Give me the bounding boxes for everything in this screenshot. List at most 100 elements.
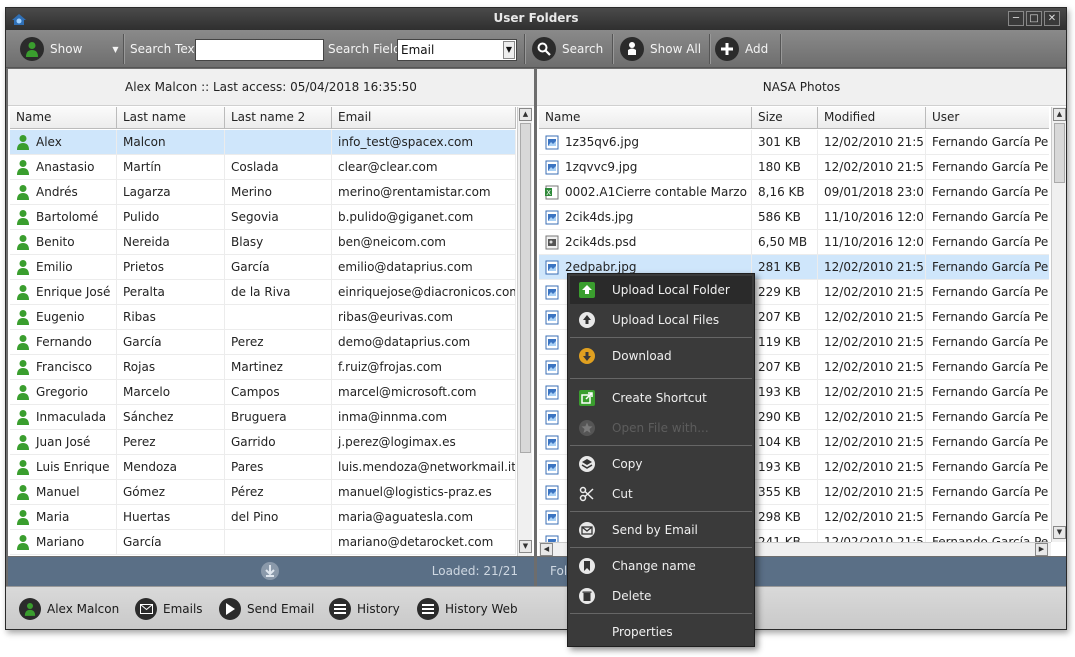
users-vertical-scrollbar[interactable]: ▲ ▼ [517, 107, 532, 556]
cell-email: demo@dataprius.com [332, 330, 516, 354]
menu-item-create-shortcut[interactable]: Create Shortcut [570, 384, 752, 412]
scroll-down-icon[interactable]: ▼ [1053, 526, 1066, 539]
close-button[interactable]: ✕ [1044, 11, 1060, 26]
user-icon [17, 210, 29, 225]
file-row[interactable]: 2cik4ds.jpg 586 KB 11/10/2016 12:0... Ferna… [539, 205, 1049, 230]
table-row[interactable]: Mariano García mariano@detarocket.com [10, 530, 516, 555]
column-header-size[interactable]: Size [752, 107, 818, 128]
cell-size: 241 KB [752, 530, 818, 542]
cell-email: ribas@eurivas.com [332, 305, 516, 329]
cell-size: 229 KB [752, 280, 818, 304]
user-icon [17, 310, 29, 325]
menu-item-cut[interactable]: Cut [570, 480, 752, 508]
files-pane-header: NASA Photos [537, 69, 1066, 106]
table-row[interactable]: Juan José Perez Garrido j.perez@logimax.es [10, 430, 516, 455]
menu-item-copy[interactable]: Copy [570, 450, 752, 478]
history-button[interactable]: History [329, 595, 400, 623]
table-row[interactable]: Emilio Prietos García emilio@dataprius.com [10, 255, 516, 280]
scroll-left-icon[interactable]: ◀ [540, 543, 553, 556]
send-email-button[interactable]: Send Email [219, 595, 314, 623]
table-row[interactable]: Anastasio Martín Coslada clear@clear.com [10, 155, 516, 180]
column-header-email[interactable]: Email [332, 107, 516, 128]
cell-size: 180 KB [752, 155, 818, 179]
table-row[interactable]: Andrés Lagarza Merino merino@rentamistar.co… [10, 180, 516, 205]
file-row[interactable]: 1z35qv6.jpg 301 KB 12/02/2010 21:5... Ferna… [539, 130, 1049, 155]
image-file-icon [545, 135, 559, 149]
show-all-button[interactable]: Show All [620, 34, 701, 64]
user-name-cell: Enrique José [10, 280, 117, 304]
menu-item-delete[interactable]: Delete [570, 582, 752, 610]
column-header-modified[interactable]: Modified [818, 107, 926, 128]
minimize-button[interactable]: ─ [1008, 11, 1024, 26]
column-header-file-name[interactable]: Name [539, 107, 752, 128]
scroll-down-icon[interactable]: ▼ [519, 540, 532, 553]
scroll-up-icon[interactable]: ▲ [1053, 108, 1066, 121]
cell-user: Fernando García Perez [926, 455, 1049, 479]
scroll-thumb[interactable] [520, 123, 531, 453]
table-row[interactable]: Fernando García Perez demo@dataprius.com [10, 330, 516, 355]
add-label: Add [745, 42, 769, 56]
search-text-label: Search Text [130, 42, 200, 56]
user-icon [17, 185, 29, 200]
toolbar: Show ▼ Search Text Search Field Email ▼ … [6, 30, 1066, 68]
menu-item-download[interactable]: Download [570, 342, 752, 370]
table-row[interactable]: Luis Enrique Mendoza Pares luis.mendoza@net… [10, 455, 516, 480]
cell-last2: Perez [225, 330, 332, 354]
table-row[interactable]: Eugenio Ribas ribas@eurivas.com [10, 305, 516, 330]
download-icon[interactable] [260, 561, 280, 581]
file-row[interactable]: X 0002.A1Cierre contable Marzo 2... 8,16 K… [539, 180, 1049, 205]
search-field-select[interactable]: Email ▼ [397, 39, 517, 61]
menu-item-properties[interactable]: Properties [570, 618, 752, 646]
table-row[interactable]: Benito Nereida Blasy ben@neicom.com [10, 230, 516, 255]
column-header-name[interactable]: Name [10, 107, 117, 128]
menu-label: Cut [612, 487, 633, 501]
search-button[interactable]: Search [532, 34, 603, 64]
table-row[interactable]: Bartolomé Pulido Segovia b.pulido@giganet.c… [10, 205, 516, 230]
table-row[interactable]: Inmaculada Sánchez Bruguera inma@innma.com [10, 405, 516, 430]
star-icon [572, 414, 602, 442]
show-button[interactable]: Show ▼ [20, 34, 119, 64]
history-web-button[interactable]: History Web [417, 595, 518, 623]
cell-user: Fernando García Perez [926, 480, 1049, 504]
scroll-thumb[interactable] [1054, 123, 1065, 183]
column-header-user[interactable]: User [926, 107, 1049, 128]
user-icon [17, 285, 29, 300]
bottom-bar: Alex Malcon Emails Send Email History Hi… [6, 586, 1066, 629]
cell-email: clear@clear.com [332, 155, 516, 179]
table-row[interactable]: Gregorio Marcelo Campos marcel@microsoft.co… [10, 380, 516, 405]
emails-button[interactable]: Emails [135, 595, 203, 623]
table-row[interactable]: Manuel Gómez Pérez manuel@logistics-praz.es [10, 480, 516, 505]
files-vertical-scrollbar[interactable]: ▲ ▼ [1051, 107, 1066, 542]
table-row[interactable]: Francisco Rojas Martinez f.ruiz@frojas.com [10, 355, 516, 380]
cell-size: 281 KB [752, 255, 818, 279]
table-row[interactable]: Alex Malcon info_test@spacex.com [10, 130, 516, 155]
menu-separator [570, 445, 752, 446]
bookmark-icon [572, 552, 602, 580]
file-row[interactable]: 2cik4ds.psd 6,50 MB 11/10/2016 12:0... Fern… [539, 230, 1049, 255]
cell-last: García [117, 530, 225, 554]
cell-modified: 12/02/2010 21:5... [818, 305, 926, 329]
column-header-last-name[interactable]: Last name [117, 107, 225, 128]
current-user-button[interactable]: Alex Malcon [19, 595, 119, 623]
search-text-input[interactable] [195, 39, 324, 61]
menu-item-send-by-email[interactable]: Send by Email [570, 516, 752, 544]
search-field-value: Email [401, 43, 435, 57]
cell-text: Mariano [36, 535, 85, 549]
table-row[interactable]: Enrique José Peralta de la Riva einriquejos… [10, 280, 516, 305]
user-name-cell: Emilio [10, 255, 117, 279]
chevron-down-icon[interactable]: ▼ [503, 41, 515, 59]
menu-item-upload-files[interactable]: Upload Local Files [570, 306, 752, 334]
column-header-last-name-2[interactable]: Last name 2 [225, 107, 332, 128]
cell-user: Fernando García Perez [926, 330, 1049, 354]
maximize-button[interactable]: □ [1026, 11, 1042, 26]
menu-item-change-name[interactable]: Change name [570, 552, 752, 580]
cell-user: Fernando García Perez [926, 280, 1049, 304]
file-name-cell: 2cik4ds.jpg [539, 205, 752, 229]
scroll-up-icon[interactable]: ▲ [519, 108, 532, 121]
menu-item-upload-folder[interactable]: Upload Local Folder [570, 276, 752, 304]
scroll-right-icon[interactable]: ▶ [1035, 543, 1048, 556]
file-row[interactable]: 1zqvvc9.jpg 180 KB 12/02/2010 21:5... Ferna… [539, 155, 1049, 180]
table-row[interactable]: Maria Huertas del Pino maria@aguatesla.com [10, 505, 516, 530]
cell-last2: de la Riva [225, 280, 332, 304]
add-button[interactable]: Add [715, 34, 768, 64]
